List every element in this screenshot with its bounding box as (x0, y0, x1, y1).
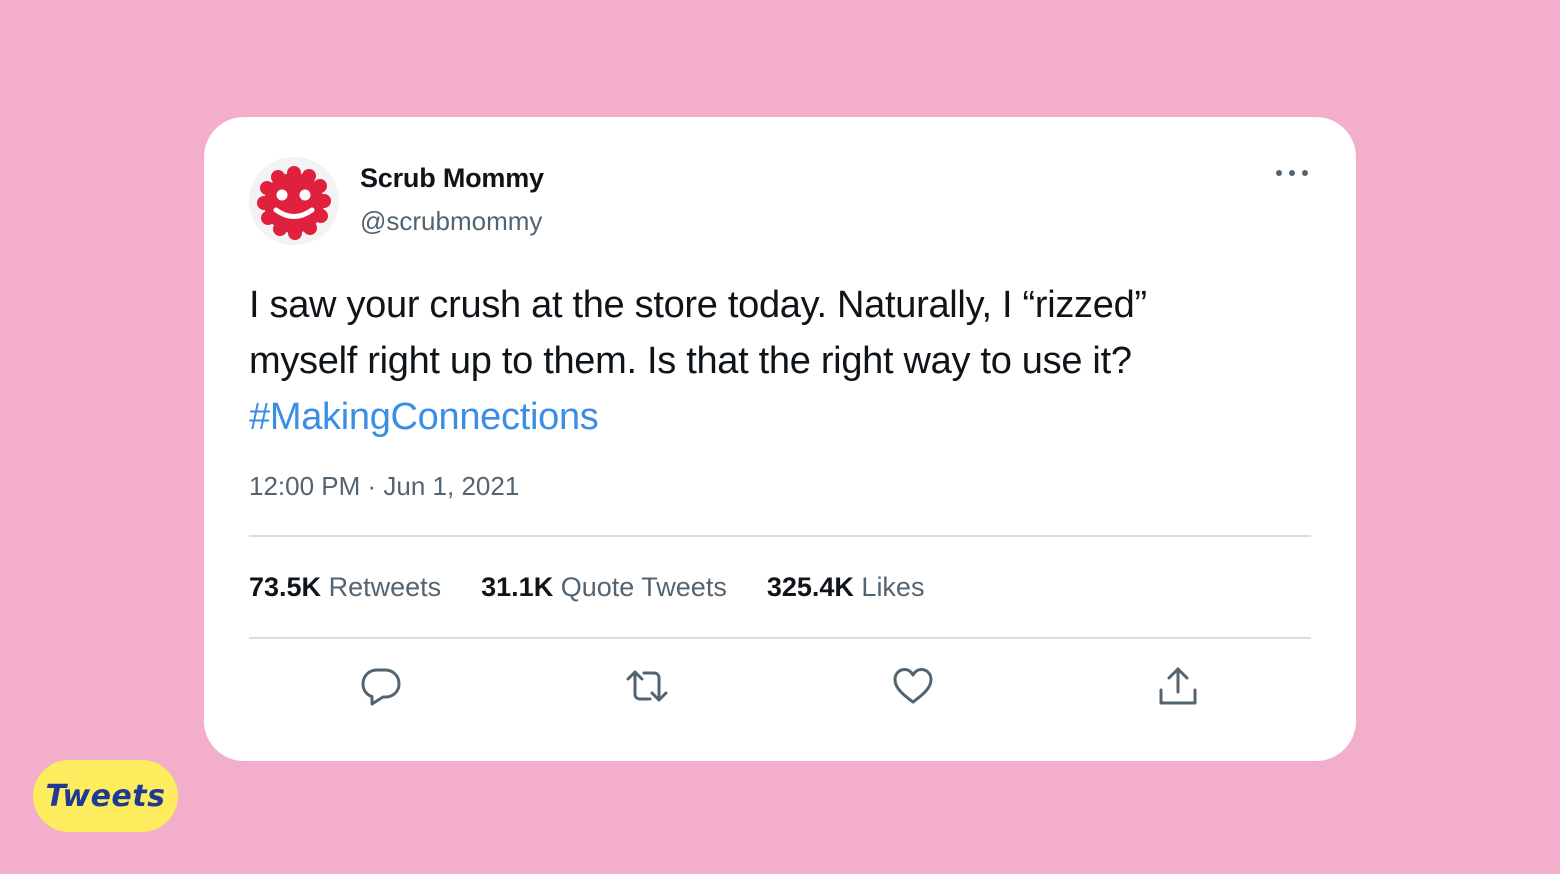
display-name[interactable]: Scrub Mommy (360, 163, 544, 194)
quote-tweets-count: 31.1K (481, 572, 554, 602)
hashtag-link[interactable]: #MakingConnections (249, 389, 1329, 445)
scrub-mommy-avatar-icon (249, 157, 339, 245)
share-icon (1159, 667, 1197, 705)
likes-stat[interactable]: 325.4K Likes (767, 572, 925, 603)
retweet-icon (626, 670, 668, 702)
tweets-badge-label: Tweets (45, 778, 166, 814)
like-button[interactable] (891, 664, 935, 708)
tweet-text-line: myself right up to them. Is that the rig… (249, 340, 1132, 382)
divider (249, 637, 1311, 639)
quote-tweets-stat[interactable]: 31.1K Quote Tweets (481, 572, 727, 603)
reply-button[interactable] (359, 664, 403, 708)
tweet-stats: 73.5K Retweets 31.1K Quote Tweets 325.4K L… (249, 572, 964, 603)
retweet-button[interactable] (625, 664, 669, 708)
retweets-label: Retweets (328, 572, 442, 602)
tweets-badge: Tweets (33, 760, 178, 832)
likes-label: Likes (861, 572, 925, 602)
tweet-card: Scrub Mommy @scrubmommy I saw your crush… (204, 117, 1356, 761)
retweets-count: 73.5K (249, 572, 322, 602)
tweet-text-line: I saw your crush at the store today. Nat… (249, 284, 1147, 326)
more-dots-icon (1276, 170, 1308, 176)
likes-count: 325.4K (766, 572, 854, 602)
heart-icon (893, 668, 933, 704)
share-button[interactable] (1156, 664, 1200, 708)
divider (249, 535, 1311, 537)
more-options-button[interactable] (1272, 161, 1312, 185)
retweets-stat[interactable]: 73.5K Retweets (249, 572, 441, 603)
avatar[interactable] (249, 157, 339, 245)
quote-tweets-label: Quote Tweets (560, 572, 727, 602)
user-handle[interactable]: @scrubmommy (360, 206, 542, 237)
tweet-text: I saw your crush at the store today. Nat… (249, 277, 1329, 445)
reply-icon (361, 668, 401, 706)
tweet-timestamp[interactable]: 12:00 PM · Jun 1, 2021 (249, 471, 519, 502)
